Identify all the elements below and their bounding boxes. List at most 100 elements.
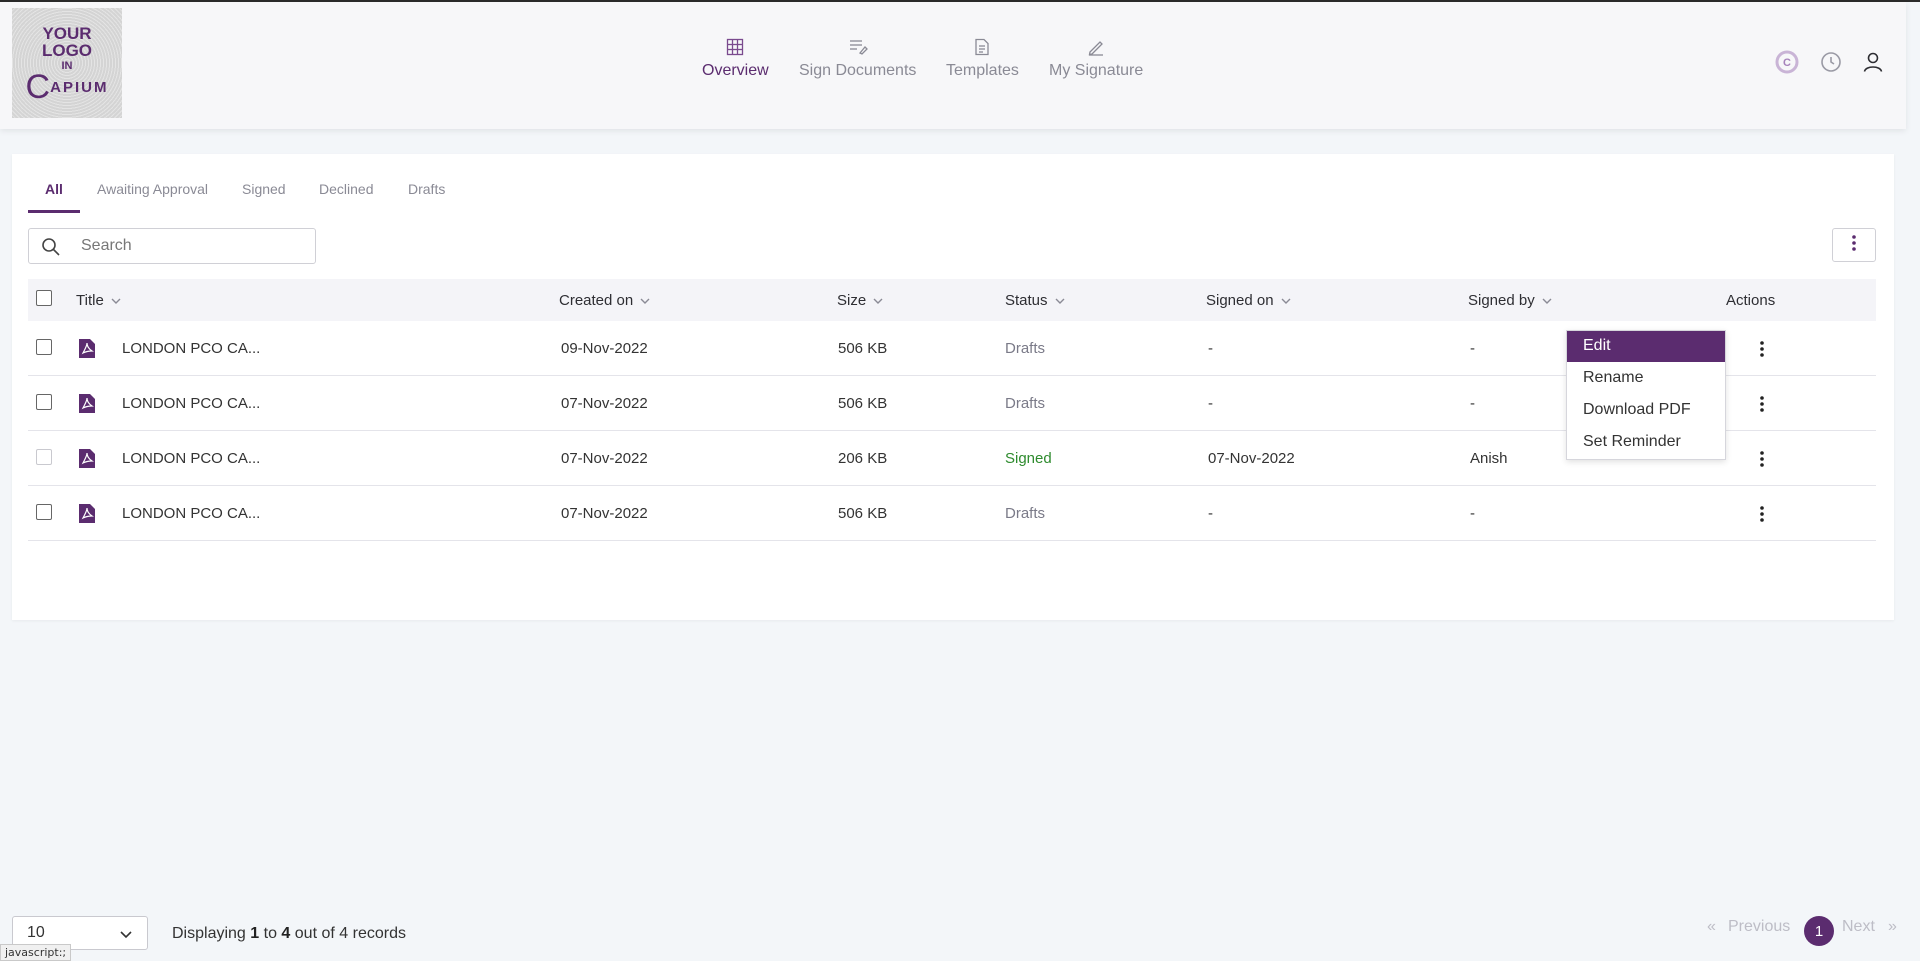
row-actions-menu-button[interactable] — [1752, 449, 1772, 469]
row-signed-by: - — [1470, 340, 1475, 357]
logo-text-line-3: IN — [61, 59, 73, 72]
nav-templates[interactable]: Templates — [946, 36, 1019, 80]
more-options-button[interactable] — [1832, 228, 1876, 262]
row-created-on: 09-Nov-2022 — [561, 340, 648, 357]
menu-item-set-reminder[interactable]: Set Reminder — [1567, 427, 1725, 459]
column-size-label: Size — [837, 292, 867, 309]
row-size: 206 KB — [838, 450, 888, 467]
menu-item-rename[interactable]: Rename — [1567, 363, 1725, 395]
history-clock-icon[interactable] — [1818, 49, 1844, 75]
sign-document-icon — [847, 36, 869, 58]
vertical-dots-icon — [1760, 451, 1764, 467]
column-header-title[interactable]: Title — [76, 292, 122, 309]
logo-brand-word: APIUM — [50, 79, 109, 96]
company-logo[interactable]: YOUR LOGO IN C APIUM — [12, 8, 122, 118]
tab-signed[interactable]: Signed — [242, 181, 286, 197]
row-signed-on: 07-Nov-2022 — [1208, 450, 1295, 467]
records-to-word: to — [263, 925, 277, 942]
chevron-down-icon — [1541, 295, 1553, 307]
row-status: Drafts — [1005, 505, 1046, 522]
previous-arrow-icon[interactable]: « — [1707, 918, 1716, 936]
table-header: Title Created on Size Status Signed on S… — [28, 279, 1876, 321]
column-signed-on-label: Signed on — [1206, 292, 1274, 309]
row-title[interactable]: LONDON PCO CA... — [122, 395, 260, 412]
svg-text:C: C — [1783, 57, 1791, 69]
column-actions-label: Actions — [1726, 292, 1776, 309]
pen-icon — [1085, 36, 1107, 58]
current-page-indicator[interactable]: 1 — [1804, 916, 1834, 946]
tab-awaiting-approval[interactable]: Awaiting Approval — [97, 181, 208, 197]
user-profile-icon[interactable] — [1860, 49, 1886, 75]
active-tab-indicator — [28, 210, 80, 213]
row-signed-by: - — [1470, 395, 1475, 412]
capium-brand-icon[interactable]: C — [1774, 49, 1800, 75]
records-from: 1 — [250, 925, 260, 942]
vertical-dots-icon — [1852, 234, 1856, 256]
row-actions-menu-button[interactable] — [1752, 504, 1772, 524]
row-title[interactable]: LONDON PCO CA... — [122, 450, 260, 467]
column-header-size[interactable]: Size — [837, 292, 884, 309]
row-status: Drafts — [1005, 395, 1046, 412]
logo-text-line-4: C APIUM — [25, 67, 109, 106]
row-signed-on: - — [1208, 340, 1213, 357]
row-checkbox — [36, 449, 52, 465]
row-status: Drafts — [1005, 340, 1046, 357]
nav-my-signature-label: My Signature — [1049, 62, 1144, 79]
row-actions-menu-button[interactable] — [1752, 339, 1772, 359]
column-signed-by-label: Signed by — [1468, 292, 1535, 309]
tab-drafts[interactable]: Drafts — [408, 181, 445, 197]
search-input[interactable] — [81, 235, 301, 257]
column-header-signed-by[interactable]: Signed by — [1468, 292, 1553, 309]
pdf-file-icon — [78, 448, 96, 469]
row-signed-on: - — [1208, 505, 1213, 522]
nav-my-signature[interactable]: My Signature — [1049, 36, 1143, 80]
column-created-on-label: Created on — [559, 292, 634, 309]
column-header-actions: Actions — [1726, 292, 1775, 309]
menu-item-edit[interactable]: Edit — [1567, 331, 1725, 362]
row-created-on: 07-Nov-2022 — [561, 505, 648, 522]
row-size: 506 KB — [838, 395, 888, 412]
row-checkbox[interactable] — [36, 339, 52, 355]
row-created-on: 07-Nov-2022 — [561, 450, 648, 467]
column-header-created-on[interactable]: Created on — [559, 292, 651, 309]
row-title[interactable]: LONDON PCO CA... — [122, 340, 260, 357]
row-status: Signed — [1005, 450, 1052, 467]
app-header: YOUR LOGO IN C APIUM Overview Sign Docume… — [0, 2, 1906, 129]
row-signed-by: Anish — [1470, 450, 1508, 467]
vertical-dots-icon — [1760, 396, 1764, 412]
logo-text-line-1: YOUR — [42, 23, 92, 43]
logo-c-mark: C — [25, 67, 53, 106]
chevron-down-icon — [1054, 295, 1066, 307]
pdf-file-icon — [78, 338, 96, 359]
table-row[interactable]: LONDON PCO CA... 07-Nov-2022 506 KB Draf… — [28, 486, 1876, 541]
row-size: 506 KB — [838, 505, 888, 522]
row-checkbox[interactable] — [36, 394, 52, 410]
search-icon — [41, 237, 61, 257]
previous-page-button[interactable]: Previous — [1728, 918, 1790, 936]
row-checkbox[interactable] — [36, 504, 52, 520]
select-all-checkbox[interactable] — [36, 290, 52, 306]
chevron-down-icon — [119, 927, 133, 941]
nav-sign-documents[interactable]: Sign Documents — [799, 36, 916, 80]
row-actions-menu-button[interactable] — [1752, 394, 1772, 414]
row-signed-on: - — [1208, 395, 1213, 412]
chevron-down-icon — [872, 295, 884, 307]
menu-item-download-pdf[interactable]: Download PDF — [1567, 395, 1725, 427]
nav-overview[interactable]: Overview — [702, 36, 769, 80]
row-actions-dropdown: Edit Rename Download PDF Set Reminder — [1566, 330, 1726, 460]
records-prefix: Displaying — [172, 925, 246, 942]
template-icon — [971, 36, 993, 58]
vertical-dots-icon — [1760, 506, 1764, 522]
vertical-dots-icon — [1760, 341, 1764, 357]
records-summary: Displaying 1 to 4 out of 4 records — [172, 925, 406, 943]
tab-declined[interactable]: Declined — [319, 181, 373, 197]
search-box[interactable] — [28, 228, 316, 264]
tab-all[interactable]: All — [45, 181, 63, 197]
row-title[interactable]: LONDON PCO CA... — [122, 505, 260, 522]
logo-text-line-2: LOGO — [41, 40, 93, 60]
page-size-value: 10 — [27, 924, 45, 941]
next-page-button[interactable]: Next — [1842, 918, 1875, 936]
column-header-signed-on[interactable]: Signed on — [1206, 292, 1292, 309]
next-arrow-icon[interactable]: » — [1888, 918, 1897, 936]
column-header-status[interactable]: Status — [1005, 292, 1066, 309]
